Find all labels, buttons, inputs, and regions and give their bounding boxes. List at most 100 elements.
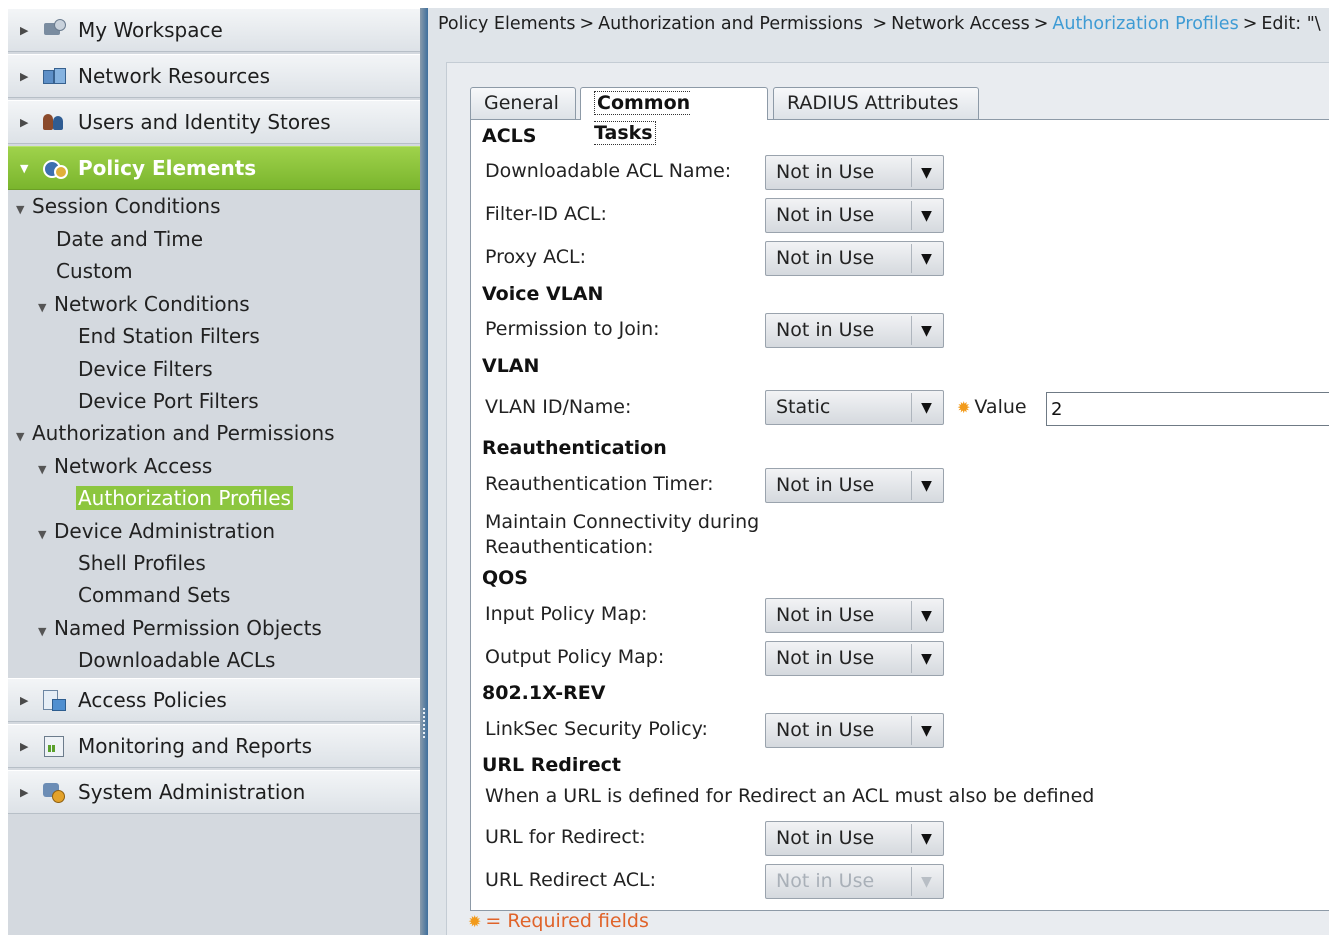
proxy-acl-select[interactable]: Not in Use ▼ bbox=[765, 241, 944, 276]
filter-id-acl-label: Filter-ID ACL: bbox=[485, 203, 607, 225]
policy-elements-icon bbox=[42, 157, 68, 179]
tree-item-authorization-permissions[interactable]: ▼ Authorization and Permissions bbox=[16, 419, 335, 447]
expand-arrow-icon: ▶ bbox=[20, 23, 29, 37]
collapse-arrow-icon: ▼ bbox=[38, 528, 47, 541]
tab-radius-attributes[interactable]: RADIUS Attributes bbox=[773, 87, 979, 119]
drawer-access-policies[interactable]: ▶ Access Policies bbox=[8, 678, 420, 722]
collapse-arrow-icon: ▼ bbox=[16, 430, 25, 443]
reauth-timer-label: Reauthentication Timer: bbox=[485, 473, 714, 495]
breadcrumb-current: Edit: "\ bbox=[1261, 14, 1321, 34]
vlan-id-label: VLAN ID/Name: bbox=[485, 396, 632, 418]
input-policy-map-label: Input Policy Map: bbox=[485, 603, 648, 625]
workspace-icon bbox=[42, 19, 66, 41]
drawer-label: My Workspace bbox=[78, 18, 223, 42]
collapse-arrow-icon: ▼ bbox=[20, 161, 29, 175]
section-qos: QOS bbox=[482, 567, 528, 589]
dropdown-arrow-icon[interactable]: ▼ bbox=[911, 244, 941, 273]
linksec-policy-label: LinkSec Security Policy: bbox=[485, 718, 708, 740]
maintain-connectivity-label: Maintain Connectivity during bbox=[485, 511, 760, 533]
dropdown-arrow-icon[interactable]: ▼ bbox=[911, 644, 941, 673]
dropdown-arrow-icon[interactable]: ▼ bbox=[911, 201, 941, 230]
tree-item-session-conditions[interactable]: ▼ Session Conditions bbox=[16, 192, 221, 220]
vlan-id-select[interactable]: Static ▼ bbox=[765, 390, 944, 425]
output-policy-map-label: Output Policy Map: bbox=[485, 646, 665, 668]
section-reauthentication: Reauthentication bbox=[482, 437, 667, 459]
expand-arrow-icon: ▶ bbox=[20, 739, 29, 753]
splitter-grip-icon[interactable] bbox=[423, 708, 425, 738]
drawer-system-administration[interactable]: ▶ System Administration bbox=[8, 770, 420, 814]
url-redirect-acl-select: Not in Use ▼ bbox=[765, 864, 944, 899]
expand-arrow-icon: ▶ bbox=[20, 785, 29, 799]
url-for-redirect-select[interactable]: Not in Use ▼ bbox=[765, 821, 944, 856]
section-dot1x-rev: 802.1X-REV bbox=[482, 682, 606, 704]
expand-arrow-icon: ▶ bbox=[20, 693, 29, 707]
permission-to-join-label: Permission to Join: bbox=[485, 318, 660, 340]
vlan-value-input[interactable] bbox=[1046, 392, 1329, 426]
drawer-label: System Administration bbox=[78, 780, 306, 804]
tree-item-command-sets[interactable]: Command Sets bbox=[78, 581, 230, 609]
tree-item-date-and-time[interactable]: Date and Time bbox=[56, 225, 203, 253]
tree-item-device-administration[interactable]: ▼ Device Administration bbox=[38, 517, 275, 545]
panel-splitter[interactable] bbox=[420, 8, 428, 935]
dropdown-arrow-icon[interactable]: ▼ bbox=[911, 158, 941, 187]
url-redirect-acl-label: URL Redirect ACL: bbox=[485, 869, 657, 891]
permission-to-join-select[interactable]: Not in Use ▼ bbox=[765, 313, 944, 348]
downloadable-acl-select[interactable]: Not in Use ▼ bbox=[765, 155, 944, 190]
tree-item-downloadable-acls[interactable]: Downloadable ACLs bbox=[78, 646, 275, 674]
tree-item-device-port-filters[interactable]: Device Port Filters bbox=[78, 387, 259, 415]
breadcrumb-item[interactable]: Policy Elements bbox=[438, 14, 575, 34]
output-policy-map-select[interactable]: Not in Use ▼ bbox=[765, 641, 944, 676]
drawer-label: Access Policies bbox=[78, 688, 227, 712]
section-voice-vlan: Voice VLAN bbox=[482, 283, 604, 305]
drawer-policy-elements[interactable]: ▼ Policy Elements bbox=[8, 146, 420, 190]
collapse-arrow-icon: ▼ bbox=[38, 625, 47, 638]
filter-id-acl-select[interactable]: Not in Use ▼ bbox=[765, 198, 944, 233]
drawer-label: Policy Elements bbox=[78, 156, 257, 180]
dropdown-arrow-icon[interactable]: ▼ bbox=[911, 471, 941, 500]
url-redirect-note: When a URL is defined for Redirect an AC… bbox=[485, 785, 1095, 807]
collapse-arrow-icon: ▼ bbox=[16, 203, 25, 216]
access-policies-icon bbox=[42, 689, 66, 711]
expand-arrow-icon: ▶ bbox=[20, 115, 29, 129]
tree-item-named-permission-objects[interactable]: ▼ Named Permission Objects bbox=[38, 614, 322, 642]
tree-item-device-filters[interactable]: Device Filters bbox=[78, 355, 213, 383]
tab-general[interactable]: General bbox=[470, 87, 576, 119]
drawer-monitoring-reports[interactable]: ▶ Monitoring and Reports bbox=[8, 724, 420, 768]
input-policy-map-select[interactable]: Not in Use ▼ bbox=[765, 598, 944, 633]
tab-common-tasks[interactable]: Common Tasks bbox=[580, 87, 768, 145]
dropdown-arrow-icon[interactable]: ▼ bbox=[911, 601, 941, 630]
breadcrumb-item[interactable]: Authorization and Permissions bbox=[598, 14, 863, 34]
system-admin-icon bbox=[42, 781, 66, 803]
users-icon bbox=[42, 111, 66, 133]
tree-item-end-station-filters[interactable]: End Station Filters bbox=[78, 322, 260, 350]
proxy-acl-label: Proxy ACL: bbox=[485, 246, 587, 268]
section-acls: ACLS bbox=[482, 125, 537, 147]
required-star-icon: ✹ bbox=[957, 398, 971, 417]
tree-item-network-conditions[interactable]: ▼ Network Conditions bbox=[38, 290, 250, 318]
dropdown-arrow-icon[interactable]: ▼ bbox=[911, 824, 941, 853]
drawer-network-resources[interactable]: ▶ Network Resources bbox=[8, 54, 420, 98]
expand-arrow-icon: ▶ bbox=[20, 69, 29, 83]
tree-item-network-access[interactable]: ▼ Network Access bbox=[38, 452, 212, 480]
url-for-redirect-label: URL for Redirect: bbox=[485, 826, 646, 848]
breadcrumb-link-authorization-profiles[interactable]: Authorization Profiles bbox=[1052, 14, 1238, 34]
dropdown-arrow-icon: ▼ bbox=[911, 867, 941, 896]
drawer-users-identity-stores[interactable]: ▶ Users and Identity Stores bbox=[8, 100, 420, 144]
breadcrumb: Policy Elements > Authorization and Permis… bbox=[438, 14, 1321, 34]
dropdown-arrow-icon[interactable]: ▼ bbox=[911, 316, 941, 345]
drawer-label: Network Resources bbox=[78, 64, 271, 88]
dropdown-arrow-icon[interactable]: ▼ bbox=[911, 393, 941, 422]
tree-item-authorization-profiles[interactable]: Authorization Profiles bbox=[76, 484, 293, 512]
reauth-timer-select[interactable]: Not in Use ▼ bbox=[765, 468, 944, 503]
drawer-my-workspace[interactable]: ▶ My Workspace bbox=[8, 8, 420, 52]
linksec-policy-select[interactable]: Not in Use ▼ bbox=[765, 713, 944, 748]
collapse-arrow-icon: ▼ bbox=[38, 463, 47, 476]
dropdown-arrow-icon[interactable]: ▼ bbox=[911, 716, 941, 745]
tree-item-custom[interactable]: Custom bbox=[56, 257, 133, 285]
downloadable-acl-label: Downloadable ACL Name: bbox=[485, 160, 732, 182]
breadcrumb-item[interactable]: Network Access bbox=[891, 14, 1030, 34]
tree-item-shell-profiles[interactable]: Shell Profiles bbox=[78, 549, 206, 577]
monitoring-icon bbox=[42, 735, 66, 757]
collapse-arrow-icon: ▼ bbox=[38, 301, 47, 314]
required-star-icon: ✹ bbox=[468, 912, 482, 931]
